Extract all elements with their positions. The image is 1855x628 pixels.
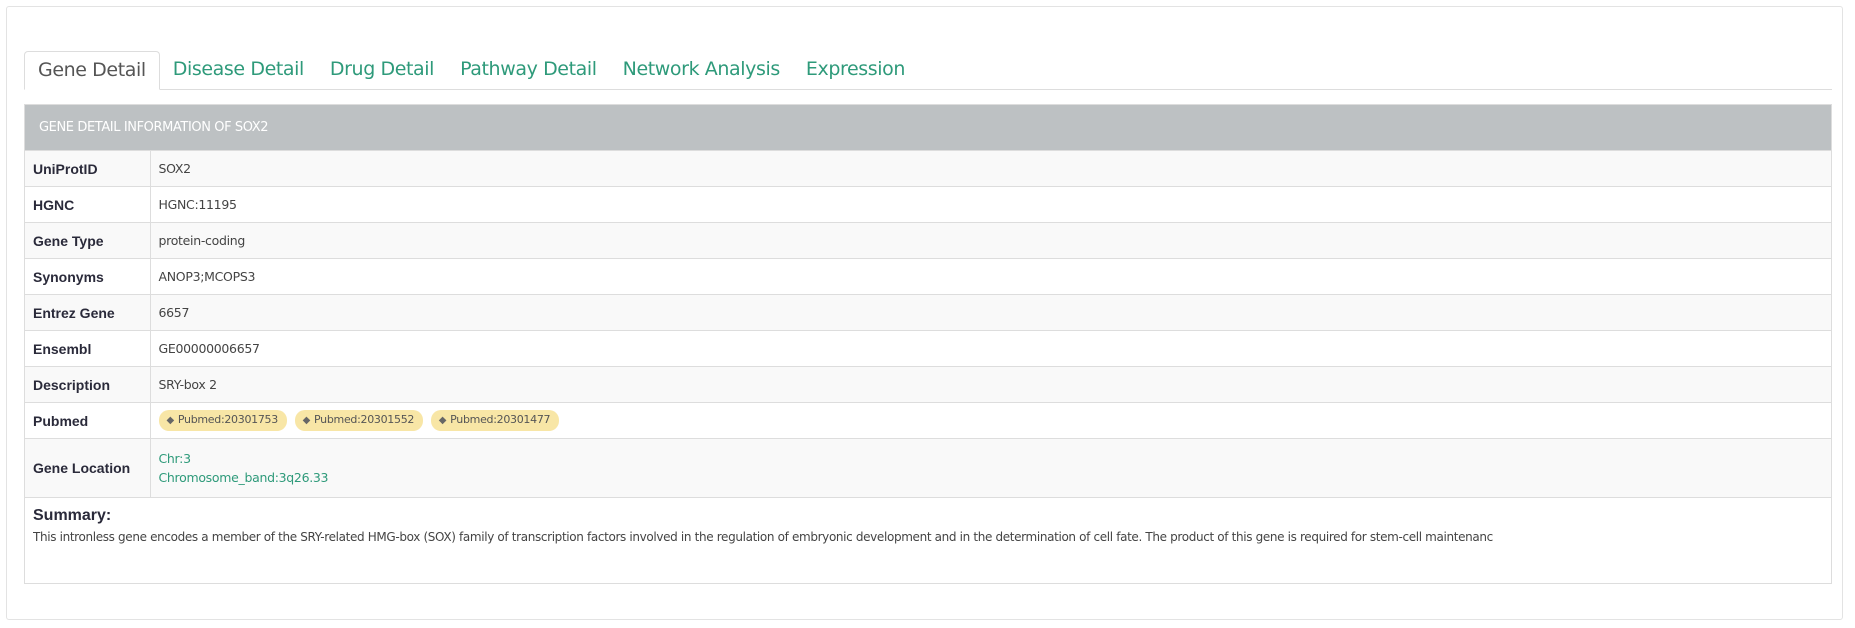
row-label: Entrez Gene bbox=[25, 294, 151, 331]
uniprot-value: SOX2 bbox=[150, 150, 1831, 187]
tab-bar: Gene Detail Disease Detail Drug Detail P… bbox=[24, 51, 1832, 90]
table-row: Gene Type protein-coding bbox=[25, 222, 1831, 259]
gene-detail-panel: GENE DETAIL INFORMATION OF SOX2 UniProtI… bbox=[24, 104, 1832, 584]
description-value: SRY-box 2 bbox=[150, 366, 1831, 403]
entrez-value: 6657 bbox=[150, 294, 1831, 331]
synonyms-value: ANOP3;MCOPS3 bbox=[150, 258, 1831, 295]
pubmed-tag-label: Pubmed:20301552 bbox=[314, 413, 415, 426]
row-label: HGNC bbox=[25, 186, 151, 223]
gene-type-value: protein-coding bbox=[150, 222, 1831, 259]
table-row: Synonyms ANOP3;MCOPS3 bbox=[25, 258, 1831, 295]
summary-title: Summary: bbox=[33, 506, 112, 524]
tab-disease-detail[interactable]: Disease Detail bbox=[160, 52, 317, 89]
row-label: Description bbox=[25, 366, 151, 403]
row-label: Gene Location bbox=[25, 438, 151, 497]
table-row: Ensembl GE00000006657 bbox=[25, 330, 1831, 367]
table-row: Gene Location Chr:3 Chromosome_band:3q26… bbox=[25, 438, 1831, 497]
chr-link[interactable]: Chr:3 bbox=[159, 449, 1824, 468]
pubmed-tag[interactable]: ◆ Pubmed:20301552 bbox=[294, 410, 424, 431]
row-label: Pubmed bbox=[25, 402, 151, 439]
pubmed-tag[interactable]: ◆ Pubmed:20301753 bbox=[158, 410, 287, 431]
pubmed-tags: ◆ Pubmed:20301753 ◆ Pubmed:20301552 ◆ Pubme… bbox=[150, 402, 1831, 439]
table-row: HGNC HGNC:11195 bbox=[25, 186, 1831, 223]
gene-location-value: Chr:3 Chromosome_band:3q26.33 bbox=[150, 438, 1831, 497]
row-label: Ensembl bbox=[25, 330, 151, 367]
tag-icon: ◆ bbox=[438, 415, 447, 426]
tab-drug-detail[interactable]: Drug Detail bbox=[317, 52, 447, 89]
table-row: UniProtID SOX2 bbox=[25, 150, 1831, 187]
gene-detail-table: UniProtID SOX2 HGNC HGNC:11195 Gene Type… bbox=[25, 150, 1831, 497]
panel-heading: GENE DETAIL INFORMATION OF SOX2 bbox=[25, 105, 1831, 150]
table-row: Entrez Gene 6657 bbox=[25, 294, 1831, 331]
row-label: Synonyms bbox=[25, 258, 151, 295]
row-label: Gene Type bbox=[25, 222, 151, 259]
chromosome-band-link[interactable]: Chromosome_band:3q26.33 bbox=[159, 468, 1824, 487]
table-row: Pubmed ◆ Pubmed:20301753 ◆ Pubmed:20301552… bbox=[25, 402, 1831, 439]
tab-network-analysis[interactable]: Network Analysis bbox=[610, 52, 793, 89]
tab-gene-detail[interactable]: Gene Detail bbox=[24, 51, 160, 90]
hgnc-value: HGNC:11195 bbox=[150, 186, 1831, 223]
pubmed-tag-label: Pubmed:20301753 bbox=[177, 413, 278, 426]
tab-pathway-detail[interactable]: Pathway Detail bbox=[447, 52, 610, 89]
pubmed-tag[interactable]: ◆ Pubmed:20301477 bbox=[430, 410, 560, 431]
summary-section: Summary: This intronless gene encodes a … bbox=[25, 496, 1831, 544]
table-row: Description SRY-box 2 bbox=[25, 366, 1831, 403]
ensembl-value: GE00000006657 bbox=[150, 330, 1831, 367]
pubmed-tag-label: Pubmed:20301477 bbox=[450, 413, 551, 426]
tab-expression[interactable]: Expression bbox=[793, 52, 918, 89]
tag-icon: ◆ bbox=[166, 415, 175, 426]
tag-icon: ◆ bbox=[302, 415, 311, 426]
row-label: UniProtID bbox=[25, 150, 151, 187]
summary-text: This intronless gene encodes a member of… bbox=[33, 529, 1493, 544]
